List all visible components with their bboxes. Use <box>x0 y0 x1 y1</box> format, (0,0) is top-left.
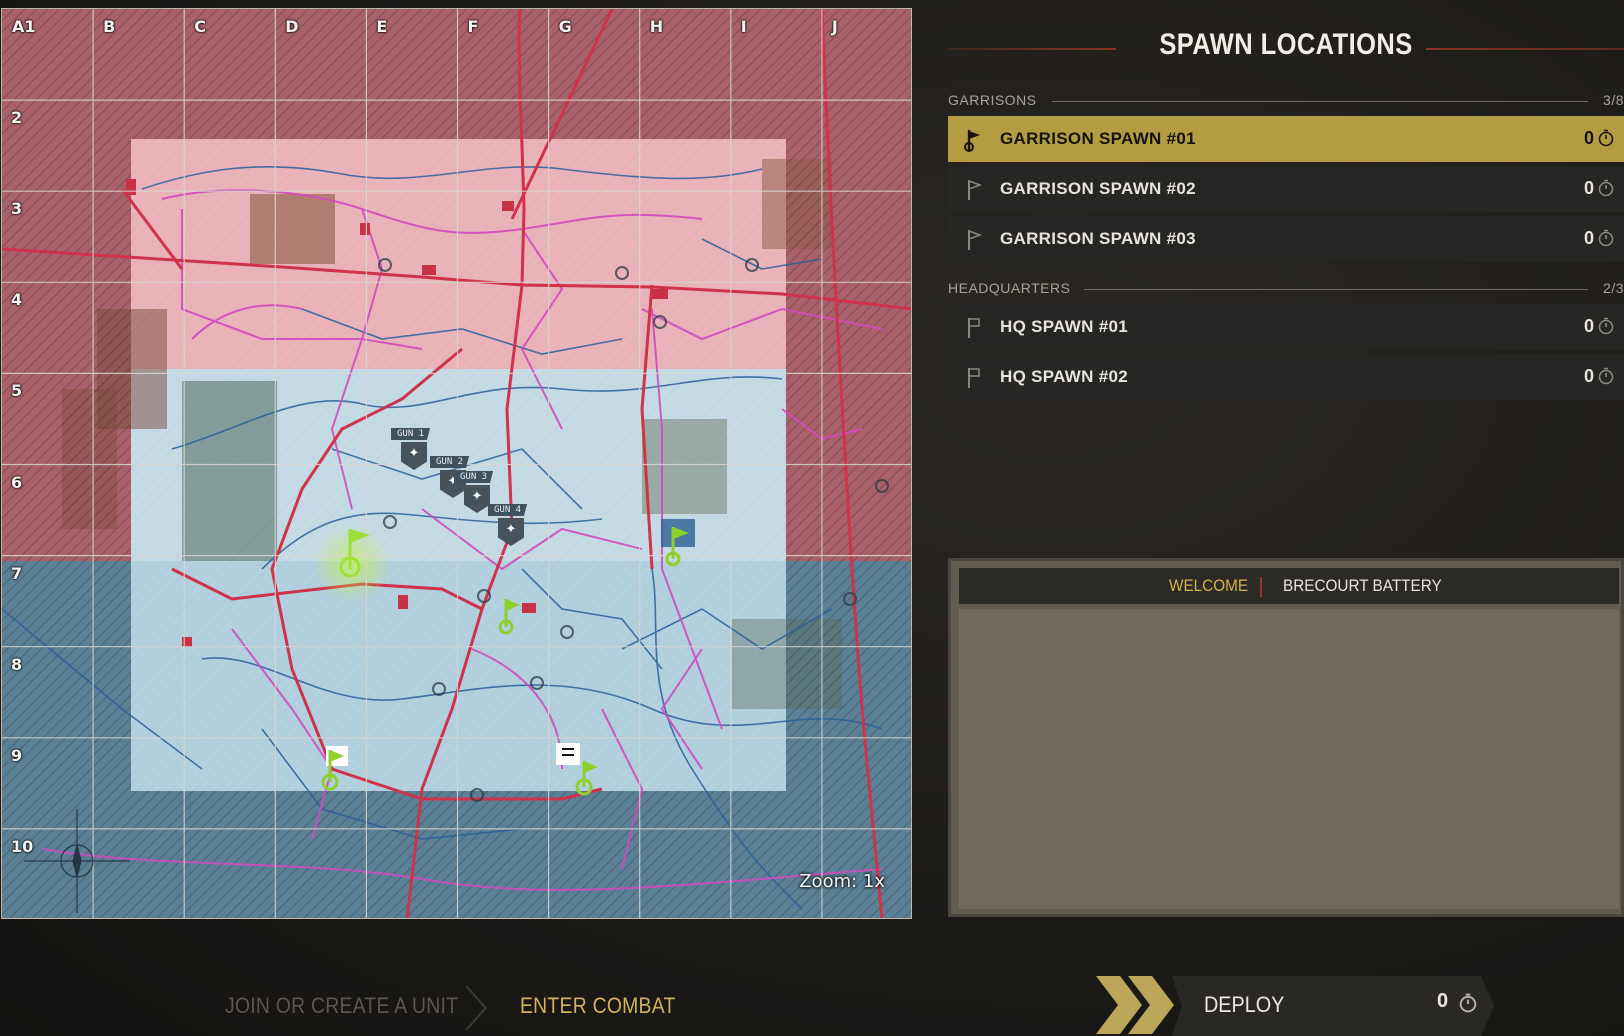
garrison-spawn-row[interactable]: GARRISON SPAWN #01 0 <box>948 116 1624 162</box>
spawn-count: 0 <box>1583 366 1594 386</box>
timer-icon <box>1598 179 1614 197</box>
grid-row-label: 4 <box>11 290 23 310</box>
title-divider-right <box>1426 48 1624 50</box>
garrison-spawn-pin[interactable] <box>661 519 695 567</box>
timer-icon <box>1598 229 1614 247</box>
grid-row-label: 10 <box>11 836 34 856</box>
grid-row-label: 8 <box>11 654 23 674</box>
section-rule <box>1084 289 1588 290</box>
grid-column-label: F <box>467 17 479 36</box>
panel-header: SPAWN LOCATIONS <box>948 24 1624 74</box>
hq-spawn-pin[interactable] <box>554 743 604 799</box>
grid-column-label: I <box>740 17 747 36</box>
double-chevron-icon <box>1096 976 1174 1034</box>
section-rule <box>1052 101 1588 102</box>
grid-column-label: H <box>649 17 664 36</box>
grid-row-label: 7 <box>11 563 23 583</box>
hq-spawn-row[interactable]: HQ SPAWN #01 0 <box>948 304 1624 350</box>
section-label: GARRISONS <box>948 92 1037 108</box>
deploy-button[interactable]: DEPLOY 0 <box>1092 974 1504 1036</box>
section-count: 3/8 <box>1603 92 1624 108</box>
garrison-spawn-row[interactable]: GARRISON SPAWN #03 0 <box>948 216 1624 262</box>
spawn-name: GARRISON SPAWN #03 <box>1000 229 1196 248</box>
grid-column-label: C <box>194 17 206 36</box>
flag-icon <box>964 130 980 152</box>
grid-column-label: J <box>831 17 838 36</box>
tab-separator <box>1260 577 1262 597</box>
panel-title: SPAWN LOCATIONS <box>1159 28 1413 61</box>
tab-map-info[interactable]: BRECOURT BATTERY <box>1283 576 1442 596</box>
artillery-icon: ✦ <box>401 442 427 470</box>
section-label: HEADQUARTERS <box>948 280 1071 296</box>
hq-spawn-pin[interactable] <box>312 746 356 792</box>
hq-spawn-row[interactable]: HQ SPAWN #02 0 <box>948 354 1624 400</box>
spawn-name: GARRISON SPAWN #01 <box>1000 129 1196 148</box>
spawn-name: GARRISON SPAWN #02 <box>1000 179 1196 198</box>
flag-icon <box>968 368 980 388</box>
gun-marker[interactable]: GUN 4 ✦ <box>488 504 534 548</box>
info-content <box>959 609 1619 909</box>
garrison-spawn-pin[interactable] <box>496 595 526 635</box>
spawn-panel: SPAWN LOCATIONS GARRISONS 3/8 GARRISON S… <box>948 0 1624 1036</box>
grid-row-label: 3 <box>11 199 23 219</box>
grid-column-label: E <box>376 17 388 36</box>
spawn-count: 0 <box>1583 316 1594 336</box>
deploy-label: DEPLOY <box>1204 992 1285 1017</box>
artillery-icon: ✦ <box>464 485 490 513</box>
step-enter-combat[interactable]: ENTER COMBAT <box>520 993 676 1019</box>
grid-row-label: 2 <box>11 108 23 128</box>
flag-icon <box>968 229 983 250</box>
deploy-count: 0 <box>1437 990 1449 1012</box>
headquarters-header: HEADQUARTERS 2/3 <box>948 278 1624 300</box>
gun-label: GUN 3 <box>454 471 494 483</box>
gun-label: GUN 2 <box>430 456 470 468</box>
timer-icon <box>1459 993 1477 1013</box>
garrison-spawn-pin-selected[interactable] <box>336 525 374 577</box>
spawn-name: HQ SPAWN #01 <box>1000 317 1128 336</box>
flag-icon <box>968 179 983 200</box>
garrison-spawn-row[interactable]: GARRISON SPAWN #02 0 <box>948 166 1624 212</box>
flag-icon <box>968 318 980 338</box>
grid-column-label: D <box>285 17 299 36</box>
zoom-level-label: Zoom: 1x <box>799 871 885 892</box>
grid-row-label: 5 <box>11 381 23 401</box>
timer-icon <box>1598 317 1614 335</box>
info-tabs: WELCOME BRECOURT BATTERY <box>959 568 1619 604</box>
spawn-count: 0 <box>1583 228 1594 248</box>
timer-icon <box>1598 367 1614 385</box>
gun-label: GUN 1 <box>391 428 431 440</box>
grid-column-label: G <box>558 17 572 36</box>
timer-icon <box>1598 129 1614 147</box>
step-join-unit[interactable]: JOIN OR CREATE A UNIT <box>225 993 458 1019</box>
gun-label: GUN 4 <box>488 504 528 516</box>
section-count: 2/3 <box>1603 280 1624 296</box>
spawn-count: 0 <box>1583 178 1594 198</box>
grid-column-label: A1 <box>12 17 36 36</box>
tactical-map[interactable]: A1 B C D E F G H I J 2 3 4 5 6 7 8 9 10 GUN 1 ✦ GUN 2 ✦ G… <box>1 8 912 919</box>
spawn-count: 0 <box>1583 128 1594 148</box>
grid-row-label: 9 <box>11 745 23 765</box>
grid-row-label: 6 <box>11 472 23 492</box>
tab-welcome[interactable]: WELCOME <box>1169 576 1248 596</box>
grid-column-label: B <box>103 17 116 36</box>
chevron-right-icon <box>465 985 488 1031</box>
artillery-icon: ✦ <box>498 518 524 546</box>
spawn-name: HQ SPAWN #02 <box>1000 367 1128 386</box>
info-box: WELCOME BRECOURT BATTERY <box>948 558 1624 917</box>
garrisons-header: GARRISONS 3/8 <box>948 90 1624 112</box>
